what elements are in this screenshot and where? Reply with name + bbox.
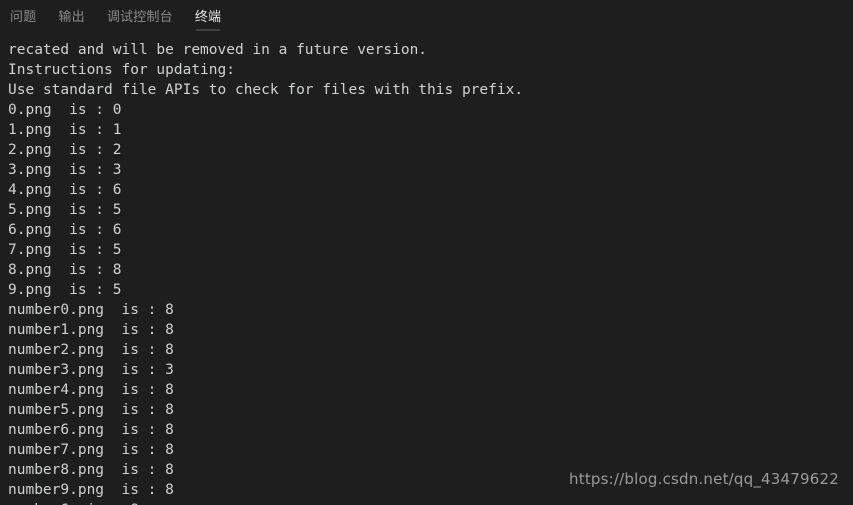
tab-debug-console-label: 调试控制台 — [106, 9, 173, 25]
terminal-line: Instructions for updating: — [8, 62, 235, 78]
terminal-line: 4.png is : 6 — [8, 182, 122, 198]
terminal-line: Use standard file APIs to check for file… — [8, 82, 524, 98]
terminal-line: 1.png is : 1 — [8, 122, 122, 138]
terminal-panel: 问题 输出 调试控制台 终端 recated and will be remov… — [0, 0, 853, 505]
terminal-line: 2.png is : 2 — [8, 142, 122, 158]
tab-problems[interactable]: 问题 — [10, 0, 36, 34]
tab-terminal-label: 终端 — [194, 9, 222, 25]
tab-terminal[interactable]: 终端 — [195, 0, 221, 34]
terminal-line: 9.png is : 5 — [8, 282, 122, 298]
terminal-line: number6.png is : 8 — [8, 422, 174, 438]
terminal-line: number8.png is : 8 — [8, 462, 174, 478]
tab-problems-label: 问题 — [10, 9, 37, 25]
terminal-line: recated and will be removed in a future … — [8, 42, 428, 58]
terminal-line: number6 is : 8 — [8, 500, 853, 505]
terminal-line: number1.png is : 8 — [8, 322, 174, 338]
terminal-line: 3.png is : 3 — [8, 162, 122, 178]
tab-active-indicator — [195, 29, 221, 31]
terminal-line: number7.png is : 8 — [8, 442, 174, 458]
terminal-line: 6.png is : 6 — [8, 222, 122, 238]
terminal-line: number4.png is : 8 — [8, 382, 174, 398]
terminal-line: 5.png is : 5 — [8, 202, 122, 218]
terminal-line: 8.png is : 8 — [8, 262, 122, 278]
terminal-line: number9.png is : 8 — [8, 482, 174, 498]
panel-tabbar: 问题 输出 调试控制台 终端 — [0, 0, 853, 34]
tab-output[interactable]: 输出 — [58, 0, 84, 34]
terminal-line: number0.png is : 8 — [8, 302, 174, 318]
terminal-line: number2.png is : 8 — [8, 342, 174, 358]
terminal-line: number3.png is : 3 — [8, 362, 174, 378]
terminal-line: 7.png is : 5 — [8, 242, 122, 258]
terminal-line: 0.png is : 0 — [8, 102, 122, 118]
terminal-output[interactable]: recated and will be removed in a future … — [0, 34, 853, 505]
tab-debug-console[interactable]: 调试控制台 — [107, 0, 173, 34]
terminal-line: number5.png is : 8 — [8, 402, 174, 418]
tab-output-label: 输出 — [58, 9, 85, 25]
